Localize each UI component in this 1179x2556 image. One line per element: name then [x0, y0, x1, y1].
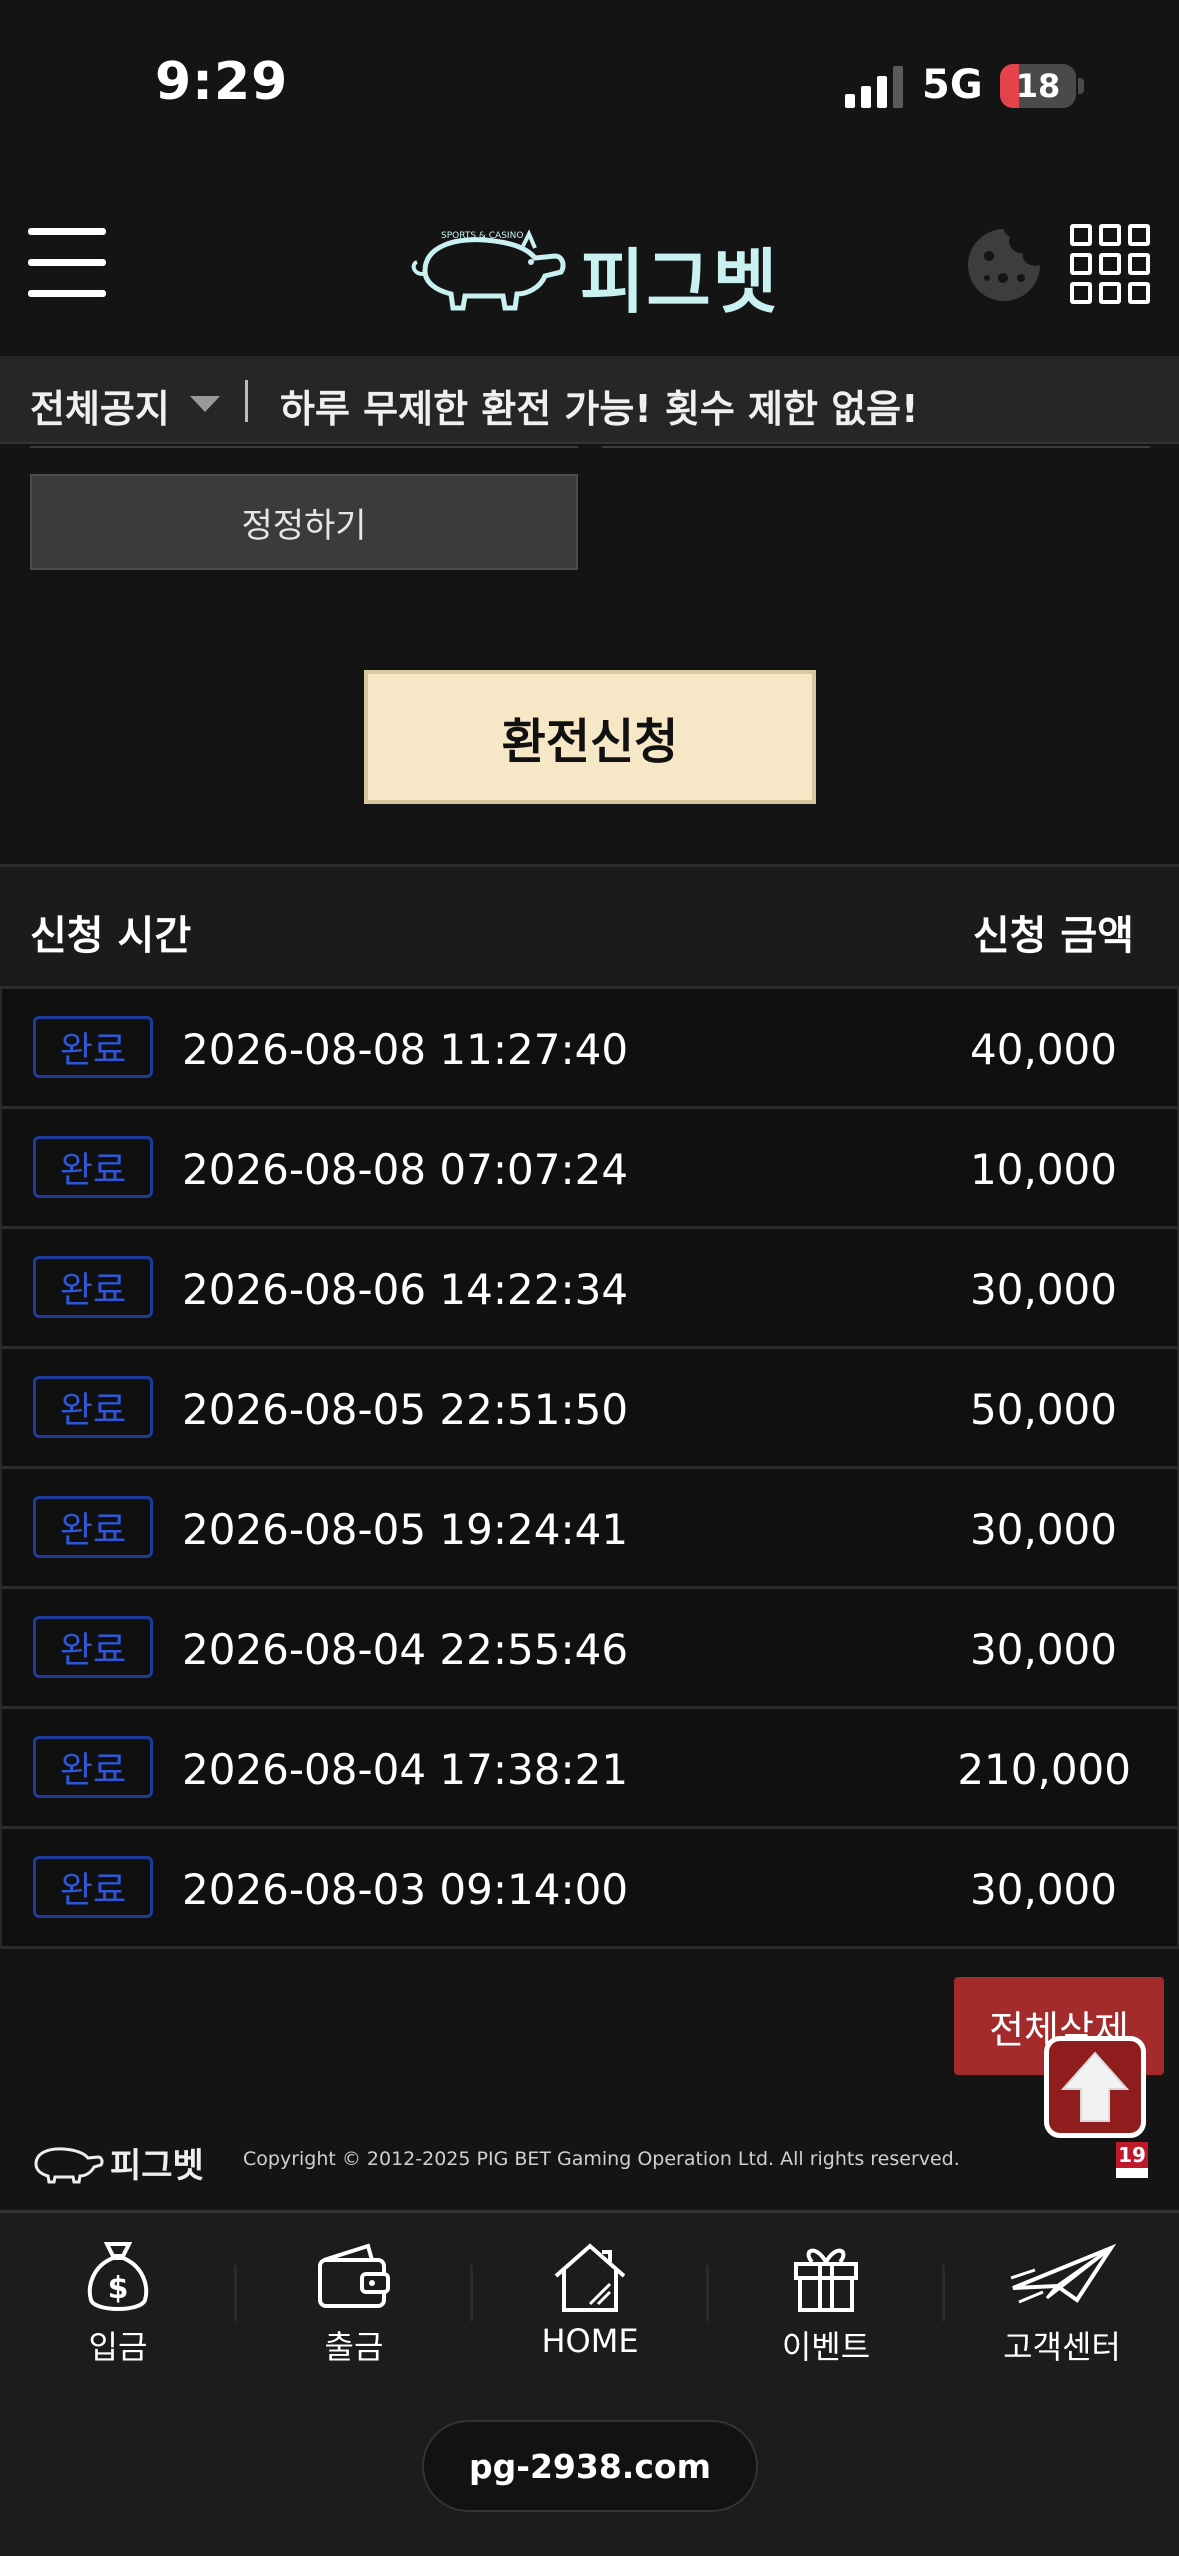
status-badge: 완료	[33, 1736, 153, 1798]
status-badge: 완료	[33, 1016, 153, 1078]
footer-logo: 피그벳	[28, 2138, 208, 2186]
table-row[interactable]: 완료 2026-08-08 11:27:40 40,000	[0, 989, 1179, 1109]
paper-plane-icon	[1010, 2243, 1117, 2304]
table-header: 신청 시간 신청 금액	[0, 867, 1179, 989]
scroll-top-button[interactable]	[1044, 2036, 1146, 2138]
url-bar[interactable]: pg-2938.com	[422, 2420, 758, 2512]
menu-icon[interactable]	[28, 228, 106, 297]
nav-label-withdraw: 출금	[324, 2328, 384, 2366]
table-row[interactable]: 완료 2026-08-05 22:51:50 50,000	[0, 1349, 1179, 1469]
nav-label-support: 고객센터	[1003, 2328, 1121, 2366]
table-row[interactable]: 완료 2026-08-04 22:55:46 30,000	[0, 1589, 1179, 1709]
notice-label[interactable]: 전체공지	[30, 378, 170, 433]
divider	[602, 446, 1150, 448]
status-badge: 완료	[33, 1496, 153, 1558]
table-row[interactable]: 완료 2026-08-04 17:38:21 210,000	[0, 1709, 1179, 1829]
network-type: 5G	[922, 62, 983, 108]
correct-button[interactable]: 정정하기	[30, 474, 578, 570]
svg-text:$: $	[108, 2271, 129, 2306]
withdraw-history-table: 신청 시간 신청 금액 완료 2026-08-08 11:27:40 40,00…	[0, 864, 1179, 1949]
nav-label-home: HOME	[541, 2322, 639, 2360]
age-badge-number: 19	[1116, 2142, 1148, 2168]
footer-logo-text: 피그벳	[110, 2146, 204, 2186]
request-amount: 30,000	[970, 1625, 1117, 1674]
age-restriction-badge: 19	[1116, 2142, 1148, 2178]
status-badge: 완료	[33, 1616, 153, 1678]
request-amount: 30,000	[970, 1865, 1117, 1914]
nav-withdraw[interactable]: 출금	[236, 2238, 472, 2388]
logo-text: 피그벳	[580, 241, 780, 323]
gift-icon	[794, 2248, 858, 2312]
battery-nub	[1078, 78, 1084, 94]
status-badge: 완료	[33, 1256, 153, 1318]
battery-icon: 18	[1000, 64, 1076, 108]
nav-home[interactable]: HOME	[472, 2238, 708, 2388]
site-logo[interactable]: SPORTS & CASINO 피그벳	[405, 216, 785, 323]
request-amount: 210,000	[957, 1745, 1131, 1794]
status-badge: 완료	[33, 1856, 153, 1918]
request-time: 2026-08-04 17:38:21	[182, 1745, 629, 1794]
pig-logo-icon	[34, 2147, 104, 2184]
table-row[interactable]: 완료 2026-08-03 09:14:00 30,000	[0, 1829, 1179, 1949]
status-bar: 9:29 5G 18	[0, 0, 1179, 170]
logo-subtext: SPORTS & CASINO	[441, 231, 523, 241]
pig-logo-icon: SPORTS & CASINO	[411, 229, 566, 311]
nav-deposit[interactable]: $ 입금	[0, 2238, 236, 2388]
request-amount: 30,000	[970, 1505, 1117, 1554]
table-row[interactable]: 완료 2026-08-06 14:22:34 30,000	[0, 1229, 1179, 1349]
withdraw-request-button[interactable]: 환전신청	[364, 670, 816, 804]
table-row[interactable]: 완료 2026-08-05 19:24:41 30,000	[0, 1469, 1179, 1589]
apps-grid-icon[interactable]	[1070, 224, 1150, 304]
nav-event[interactable]: 이벤트	[708, 2238, 944, 2388]
nav-support[interactable]: 고객센터	[944, 2238, 1179, 2388]
table-row[interactable]: 완료 2026-08-08 07:07:24 10,000	[0, 1109, 1179, 1229]
battery-level: 18	[1015, 67, 1061, 105]
wallet-icon	[318, 2243, 390, 2308]
caret-down-icon[interactable]	[190, 396, 220, 412]
request-amount: 40,000	[970, 1025, 1117, 1074]
nav-label-deposit: 입금	[88, 2328, 148, 2366]
status-badge: 완료	[33, 1136, 153, 1198]
notice-bar: 전체공지 하루 무제한 환전 가능! 횟수 제한 없음!	[0, 356, 1179, 444]
status-badge: 완료	[33, 1376, 153, 1438]
copyright-text: Copyright © 2012-2025 PIG BET Gaming Ope…	[243, 2148, 960, 2170]
notice-ticker-text: 하루 무제한 환전 가능! 횟수 제한 없음!	[280, 387, 919, 431]
money-bag-icon: $	[87, 2242, 149, 2311]
status-time: 9:29	[155, 52, 289, 112]
top-header: SPORTS & CASINO 피그벳	[0, 170, 1179, 356]
request-time: 2026-08-04 22:55:46	[182, 1625, 629, 1674]
column-header-amount: 신청 금액	[972, 913, 1134, 959]
request-amount: 30,000	[970, 1265, 1117, 1314]
column-header-time: 신청 시간	[30, 913, 192, 959]
home-icon	[554, 2243, 626, 2312]
cookie-icon[interactable]	[965, 226, 1043, 304]
notice-divider	[245, 380, 248, 422]
request-time: 2026-08-05 19:24:41	[182, 1505, 629, 1554]
cellular-signal-icon	[845, 66, 903, 108]
arrow-up-icon	[1060, 2051, 1130, 2122]
request-amount: 10,000	[970, 1145, 1117, 1194]
request-time: 2026-08-08 11:27:40	[182, 1025, 629, 1074]
request-time: 2026-08-08 07:07:24	[182, 1145, 629, 1194]
request-time: 2026-08-05 22:51:50	[182, 1385, 629, 1434]
nav-label-event: 이벤트	[781, 2328, 871, 2366]
request-time: 2026-08-06 14:22:34	[182, 1265, 629, 1314]
request-time: 2026-08-03 09:14:00	[182, 1865, 629, 1914]
request-amount: 50,000	[970, 1385, 1117, 1434]
divider	[30, 446, 578, 448]
